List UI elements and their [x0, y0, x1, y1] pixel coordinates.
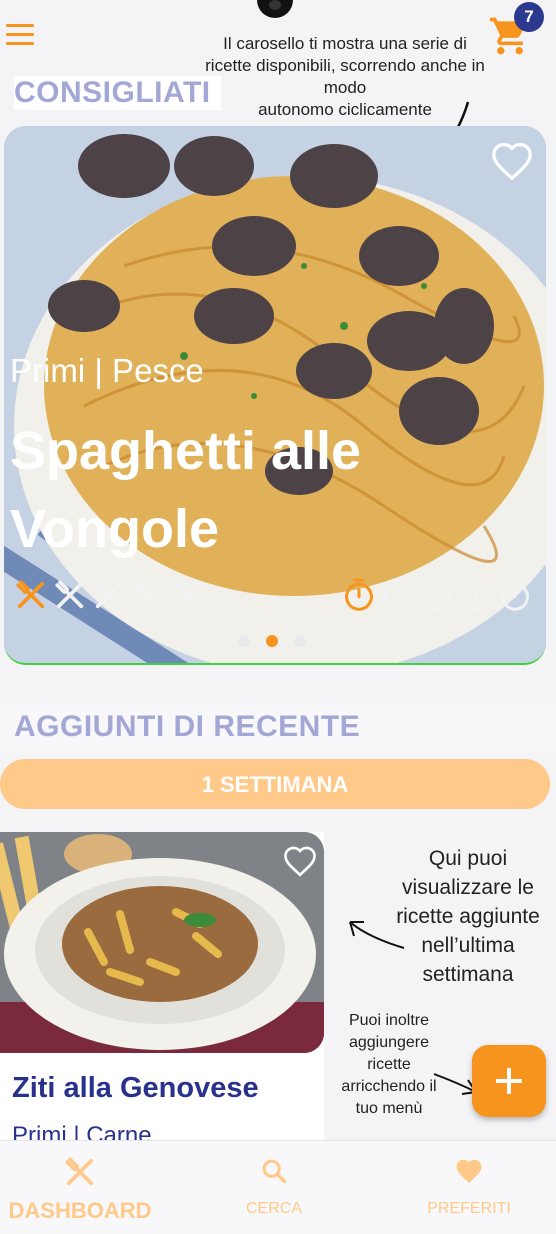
add-recipe-button[interactable]: [472, 1045, 546, 1117]
carousel-dot[interactable]: [238, 635, 250, 647]
carousel-dot[interactable]: [266, 635, 278, 647]
nav-favorites-label: PREFERITI: [427, 1200, 511, 1217]
timer-icon: [345, 578, 373, 611]
recent-annotation-line: visualizzare le: [402, 876, 534, 899]
nav-search[interactable]: CERCA: [212, 1141, 336, 1234]
menu-icon[interactable]: [6, 24, 34, 46]
timer-icon: [423, 578, 451, 611]
difficulty-rating: [14, 578, 209, 614]
cutlery-icon: [94, 580, 123, 609]
add-annotation: Puoi inoltre aggiungere ricette arricche…: [326, 1010, 452, 1120]
time-rating: [342, 576, 537, 614]
bottom-navigation: DASHBOARD CERCA PREFERITI: [0, 1140, 556, 1234]
annotation-arrow: [349, 921, 405, 949]
recent-annotation-line: Qui puoi: [428, 847, 508, 870]
nav-search-label: CERCA: [245, 1200, 302, 1217]
cutlery-icon: [133, 580, 162, 609]
timer-icon: [384, 578, 412, 611]
recommended-section-title: CONSIGLIATI: [14, 76, 221, 110]
carousel-pagination[interactable]: [238, 634, 322, 652]
week-filter-button[interactable]: 1 SETTIMANA: [0, 759, 550, 809]
cutlery-icon: [55, 580, 84, 609]
carousel-annotation-line: Il carosello ti mostra una serie di: [223, 34, 467, 53]
nav-favorites[interactable]: PREFERITI: [404, 1141, 534, 1234]
recent-annotation-line: settimana: [422, 963, 514, 986]
cutlery-icon: [65, 1157, 94, 1186]
nav-dashboard-label: DASHBOARD: [8, 1198, 152, 1223]
timer-icon: [501, 578, 529, 611]
carousel-annotation-line: ricette disponibili, scorrendo anche in: [205, 56, 485, 75]
carousel-dot[interactable]: [294, 635, 306, 647]
cutlery-icon: [172, 580, 201, 609]
timer-icon: [462, 578, 490, 611]
recipe-card-title[interactable]: Ziti alla Genovese: [12, 1072, 259, 1105]
heart-icon: [456, 1159, 482, 1183]
recipe-card-image[interactable]: [0, 832, 324, 1053]
cart-count-badge: 7: [514, 2, 544, 32]
carousel-recipe-title[interactable]: Spaghetti alle Vongole: [10, 412, 460, 568]
heart-icon[interactable]: [490, 141, 534, 181]
add-annotation-line: Puoi inoltre: [348, 1012, 430, 1029]
carousel-recipe-category: Primi | Pesce: [10, 352, 204, 389]
search-icon: [262, 1159, 287, 1184]
cutlery-icon: [16, 580, 45, 609]
add-annotation-line: aggiungere: [348, 1034, 430, 1051]
nav-dashboard[interactable]: DASHBOARD: [0, 1141, 160, 1234]
heart-icon[interactable]: [282, 845, 318, 877]
carousel-annotation-line: modo: [323, 78, 367, 97]
add-annotation-line: tuo menù: [355, 1100, 423, 1117]
recent-section-title: AGGIUNTI DI RECENTE: [14, 710, 361, 743]
